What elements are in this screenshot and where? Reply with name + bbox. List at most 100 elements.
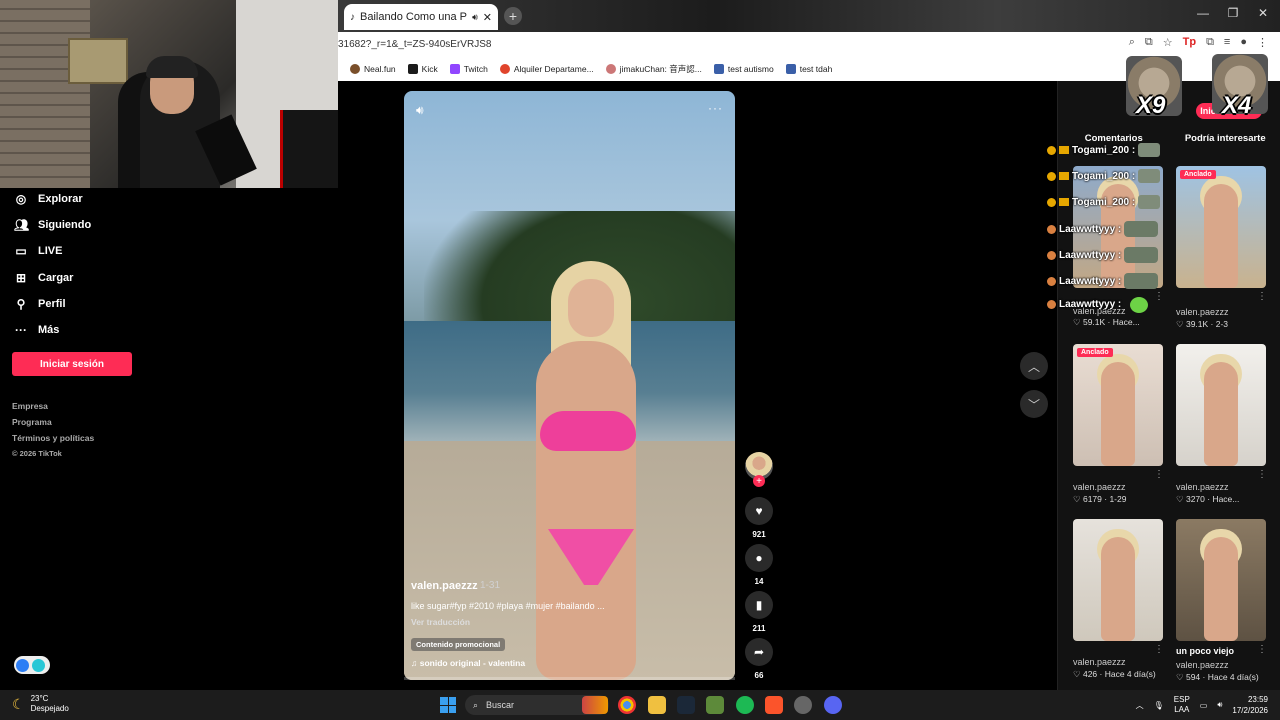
previous-video-button[interactable]: ︿ (1020, 352, 1048, 380)
copyright: © 2026 TikTok (12, 449, 62, 458)
video-thumbnail[interactable]: Anclado (1073, 344, 1163, 466)
chat-message: Laawwttyyy : (1047, 247, 1159, 263)
login-button[interactable]: Iniciar sesión (12, 352, 132, 376)
video-username[interactable]: valen.paezzz (411, 580, 478, 592)
bookmark-item[interactable]: Alquiler Departame... (499, 63, 594, 74)
thumb-user[interactable]: valen.paezzz (1073, 482, 1126, 492)
clock[interactable]: 23:59 17/2/2026 (1232, 694, 1268, 716)
start-button[interactable] (440, 697, 456, 713)
translate-link[interactable]: Ver traducción (411, 617, 470, 627)
like-button[interactable]: ♥ (745, 497, 773, 525)
thumb-meta: ♡ 6179 · 1-29 (1073, 494, 1127, 504)
address-bar[interactable]: 31682?_r=1&_t=ZS-940sErVRJS8 ⌕ ⧉ ☆ Tp ⧉ … (338, 32, 1280, 56)
app-icon[interactable] (794, 696, 812, 714)
twitch-icon (449, 63, 460, 74)
chrome-icon[interactable] (618, 696, 636, 714)
nav-explorar[interactable]: ◎ Explorar (14, 192, 83, 206)
kick-icon (407, 63, 418, 74)
bookmark-item[interactable]: Kick (407, 63, 438, 74)
comment-icon: ● (755, 551, 763, 565)
discord-icon[interactable] (824, 696, 842, 714)
new-tab-button[interactable]: + (504, 7, 522, 25)
thumb-user[interactable]: valen.paezzz (1176, 307, 1229, 317)
close-window-button[interactable]: ✕ (1248, 6, 1278, 20)
speaker-icon[interactable]: 🔊︎ (472, 12, 478, 23)
thumb-more-icon[interactable]: ⋮ (1257, 291, 1267, 302)
thumb-more-icon[interactable]: ⋮ (1257, 644, 1267, 655)
language-indicator[interactable]: ESP LAA (1174, 695, 1190, 715)
nav-live[interactable]: ▭ LIVE (14, 244, 62, 258)
tab-podria-interesarte[interactable]: Podría interesarte (1170, 133, 1280, 144)
promo-label: Contenido promocional (411, 638, 506, 651)
url-text: 31682?_r=1&_t=ZS-940sErVRJS8 (338, 38, 492, 50)
video-more-icon[interactable]: ··· (708, 101, 723, 115)
maximize-button[interactable]: ❐ (1218, 6, 1248, 20)
footer-link[interactable]: Términos y políticas (12, 433, 94, 443)
weather-widget[interactable]: ☾ 23°C Despejado (12, 694, 69, 714)
mic-icon[interactable]: 🎙︎ (1154, 701, 1164, 710)
steam-icon[interactable] (677, 696, 695, 714)
extensions-icon[interactable]: ⧉ (1206, 36, 1214, 49)
brave-icon[interactable] (765, 696, 783, 714)
webcam-overlay (0, 0, 338, 188)
nav-siguiendo[interactable]: 👥︎ Siguiendo (14, 218, 91, 232)
network-icon[interactable]: ▭ (1200, 701, 1208, 710)
volume-icon[interactable]: 🔊︎ (416, 103, 424, 118)
nav-mas[interactable]: ··· Más (14, 323, 59, 337)
video-thumbnail[interactable] (1073, 519, 1163, 641)
share-button[interactable]: ➦ (745, 638, 773, 666)
thumb-more-icon[interactable]: ⋮ (1154, 469, 1164, 480)
bookmark-item[interactable]: test tdah (785, 63, 832, 74)
music-note-icon: ♫ (411, 658, 420, 668)
thumb-user[interactable]: valen.paezzz (1073, 657, 1126, 667)
bookmark-item[interactable]: Twitch (449, 63, 488, 74)
save-button[interactable]: ▮ (745, 591, 773, 619)
sound-link[interactable]: ♫ sonido original - valentina (411, 658, 525, 668)
thumb-more-icon[interactable]: ⋮ (1154, 644, 1164, 655)
footer-link[interactable]: Empresa (12, 401, 48, 411)
spotify-icon[interactable] (736, 696, 754, 714)
cat-multiplier: X4 (1222, 92, 1252, 119)
search-highlight-icon[interactable] (582, 696, 608, 714)
moon-icon: ☾ (12, 695, 25, 712)
zoom-icon[interactable]: ⌕ (1129, 36, 1135, 49)
nav-perfil[interactable]: ⚲ Perfil (14, 297, 66, 311)
bookmark-item[interactable]: jimakuChan: 音声認... (605, 63, 702, 75)
reading-list-icon[interactable]: ≡ (1224, 36, 1230, 49)
extension-tp-icon[interactable]: Tp (1183, 36, 1196, 49)
share-icon: ➦ (753, 645, 765, 659)
user-icon: ⚲ (16, 297, 26, 311)
next-video-button[interactable]: ﹀ (1020, 390, 1048, 418)
minimize-button[interactable]: — (1188, 6, 1218, 20)
video-progress[interactable] (404, 677, 735, 680)
chat-message: Laawwttyyy : (1047, 273, 1159, 289)
profile-icon[interactable]: ● (1240, 36, 1247, 49)
comment-button[interactable]: ● (745, 544, 773, 572)
browser-tab[interactable]: ♪ Bailando Como una Playa e 🔊︎ ✕ (344, 4, 498, 30)
live-icon: ▭ (15, 244, 27, 258)
thumb-meta: ♡ 3270 · Hace... (1176, 494, 1240, 504)
jimaku-icon (605, 63, 616, 74)
video-thumbnail[interactable]: Anclado (1176, 166, 1266, 288)
menu-icon[interactable]: ⋮ (1257, 36, 1268, 49)
minecraft-icon[interactable] (706, 696, 724, 714)
video-thumbnail[interactable] (1176, 519, 1266, 641)
footer-link[interactable]: Programa (12, 417, 52, 427)
tab-close-icon[interactable]: ✕ (483, 11, 492, 24)
chevron-up-icon[interactable]: ︿ (1136, 700, 1144, 711)
folder-icon[interactable] (648, 696, 666, 714)
bookmark-item[interactable]: test autismo (713, 63, 774, 74)
thumb-more-icon[interactable]: ⋮ (1257, 469, 1267, 480)
thumb-user[interactable]: valen.paezzz (1176, 482, 1229, 492)
star-icon[interactable]: ☆ (1163, 36, 1173, 49)
neal-icon (350, 63, 360, 74)
theme-toggle[interactable] (14, 656, 50, 674)
bookmark-item[interactable]: Neal.fun (350, 63, 396, 74)
video-thumbnail[interactable] (1176, 344, 1266, 466)
volume-icon[interactable]: 🔊︎ (1217, 700, 1222, 710)
thumb-user[interactable]: valen.paezzz (1176, 660, 1229, 670)
nav-cargar[interactable]: ⊞ Cargar (14, 271, 74, 285)
install-icon[interactable]: ⧉ (1145, 36, 1153, 49)
follow-icon[interactable]: + (753, 475, 765, 487)
thumb-more-icon[interactable]: ⋮ (1154, 291, 1164, 302)
